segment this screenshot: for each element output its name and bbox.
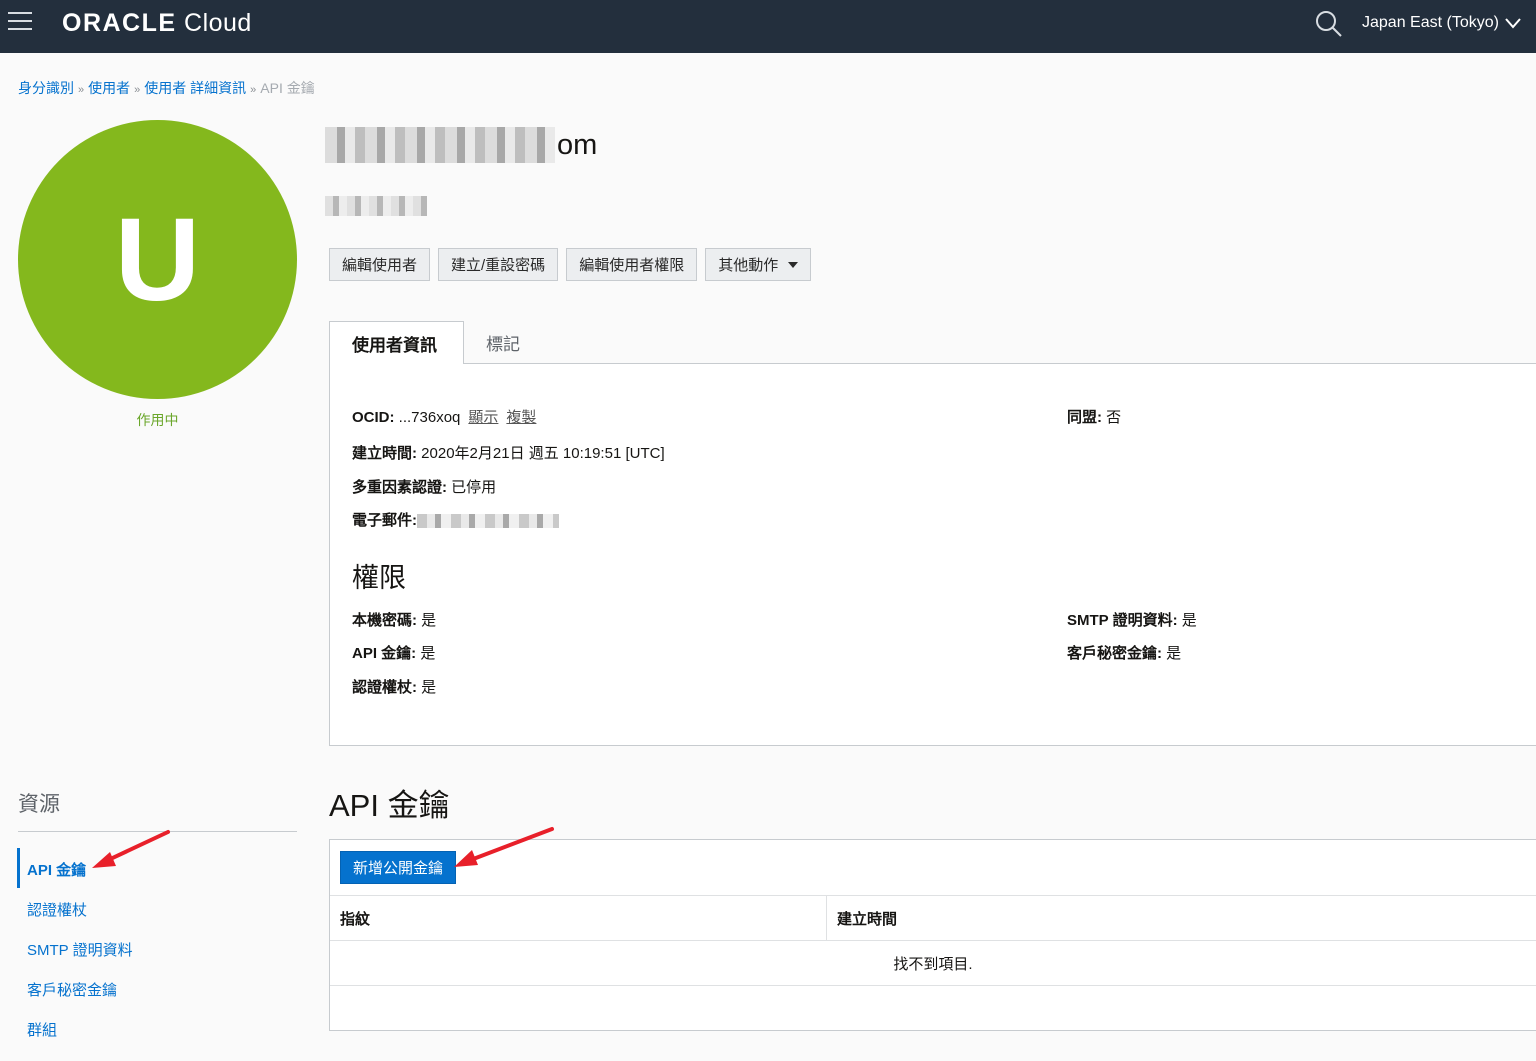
api-keys-capability-value: 是 xyxy=(416,645,436,662)
created-value: 2020年2月21日 週五 10:19:51 [UTC] xyxy=(417,445,665,462)
breadcrumb: 身分識別» 使用者» 使用者 詳細資訊» API 金鑰 xyxy=(18,78,315,98)
resources-heading: 資源 xyxy=(18,793,60,816)
mfa-label: 多重因素認證: xyxy=(352,479,447,496)
divider xyxy=(18,831,297,832)
capabilities-heading: 權限 xyxy=(352,563,406,593)
sidebar-item-auth-tokens[interactable]: 認證權杖 xyxy=(27,899,87,920)
auth-tokens-label: 認證權杖: xyxy=(352,679,417,696)
smtp-label: SMTP 證明資料: xyxy=(1067,612,1178,629)
ocid-value: ...736xoq xyxy=(394,409,461,426)
sidebar-item-customer-secret-keys[interactable]: 客戶秘密金鑰 xyxy=(27,979,117,1000)
action-buttons: 編輯使用者 建立/重設密碼 編輯使用者權限 其他動作 xyxy=(329,248,812,281)
breadcrumb-separator: » xyxy=(78,84,85,96)
ocid-label: OCID: xyxy=(352,409,395,426)
email-row: 電子郵件: xyxy=(352,509,559,530)
created-label: 建立時間: xyxy=(352,445,417,462)
more-actions-label: 其他動作 xyxy=(718,257,779,274)
sidebar-item-groups[interactable]: 群組 xyxy=(27,1019,57,1040)
local-password-value: 是 xyxy=(417,612,437,629)
breadcrumb-separator: » xyxy=(134,84,141,96)
edit-capabilities-button[interactable]: 編輯使用者權限 xyxy=(566,248,698,281)
local-password-label: 本機密碼: xyxy=(352,612,417,629)
redacted-description xyxy=(325,196,427,216)
reset-password-button[interactable]: 建立/重設密碼 xyxy=(438,248,559,281)
user-name-heading: om xyxy=(325,126,597,164)
sidebar-item-smtp-credentials[interactable]: SMTP 證明資料 xyxy=(27,939,133,960)
detail-tabs: 使用者資訊 標記 xyxy=(329,321,1536,365)
avatar: U xyxy=(18,120,297,399)
top-navigation-bar: ORACLE Cloud Japan East (Tokyo) xyxy=(0,0,1536,53)
chevron-down-icon xyxy=(1505,18,1521,29)
breadcrumb-user-details[interactable]: 使用者 詳細資訊 xyxy=(144,80,246,96)
tab-user-information[interactable]: 使用者資訊 xyxy=(329,321,464,365)
column-header-created[interactable]: 建立時間 xyxy=(826,896,897,941)
empty-table-message: 找不到項目. xyxy=(330,941,1536,986)
local-password-row: 本機密碼: 是 xyxy=(352,609,436,630)
smtp-row: SMTP 證明資料: 是 xyxy=(1067,609,1197,630)
ocid-row: OCID: ...736xoq 顯示 複製 xyxy=(352,406,536,427)
auth-tokens-value: 是 xyxy=(417,679,437,696)
email-label: 電子郵件: xyxy=(352,512,417,529)
annotation-arrow-icon xyxy=(92,830,170,868)
region-label: Japan East (Tokyo) xyxy=(1362,14,1499,31)
breadcrumb-identity[interactable]: 身分識別 xyxy=(18,80,74,96)
breadcrumb-current: API 金鑰 xyxy=(260,80,315,96)
caret-down-icon xyxy=(788,261,799,268)
customer-secret-row: 客戶秘密金鑰: 是 xyxy=(1067,642,1181,663)
federated-label: 同盟: xyxy=(1067,409,1102,426)
region-selector[interactable]: Japan East (Tokyo) xyxy=(1362,14,1521,32)
active-indicator xyxy=(17,848,20,888)
redacted-email xyxy=(417,514,559,529)
redacted-username xyxy=(325,127,555,163)
federated-row: 同盟: 否 xyxy=(1067,406,1121,427)
more-actions-button[interactable]: 其他動作 xyxy=(705,248,812,281)
menu-icon[interactable] xyxy=(8,12,32,32)
api-keys-capability-label: API 金鑰: xyxy=(352,645,417,662)
api-keys-heading: API 金鑰 xyxy=(329,788,450,823)
auth-tokens-row: 認證權杖: 是 xyxy=(352,676,436,697)
mfa-value: 已停用 xyxy=(447,479,497,496)
customer-secret-label: 客戶秘密金鑰: xyxy=(1067,645,1162,662)
status-badge: 作用中 xyxy=(136,412,179,428)
breadcrumb-separator: » xyxy=(250,84,257,96)
edit-user-button[interactable]: 編輯使用者 xyxy=(329,248,431,281)
tab-tags[interactable]: 標記 xyxy=(486,321,520,364)
copy-ocid-link[interactable]: 複製 xyxy=(506,409,536,426)
table-header: 指紋 建立時間 xyxy=(330,895,1536,941)
created-row: 建立時間: 2020年2月21日 週五 10:19:51 [UTC] xyxy=(352,442,665,463)
column-header-fingerprint[interactable]: 指紋 xyxy=(340,896,370,941)
show-ocid-link[interactable]: 顯示 xyxy=(468,409,498,426)
add-public-key-button[interactable]: 新增公開金鑰 xyxy=(340,851,457,884)
customer-secret-value: 是 xyxy=(1162,645,1182,662)
user-name-suffix: om xyxy=(557,128,598,161)
sidebar-item-api-keys[interactable]: API 金鑰 xyxy=(27,859,86,880)
federated-value: 否 xyxy=(1102,409,1122,426)
breadcrumb-users[interactable]: 使用者 xyxy=(88,80,130,96)
mfa-row: 多重因素認證: 已停用 xyxy=(352,476,496,497)
smtp-value: 是 xyxy=(1177,612,1197,629)
search-icon[interactable] xyxy=(1314,9,1344,39)
api-keys-capability-row: API 金鑰: 是 xyxy=(352,642,435,663)
oracle-cloud-logo[interactable]: ORACLE Cloud xyxy=(62,9,252,38)
